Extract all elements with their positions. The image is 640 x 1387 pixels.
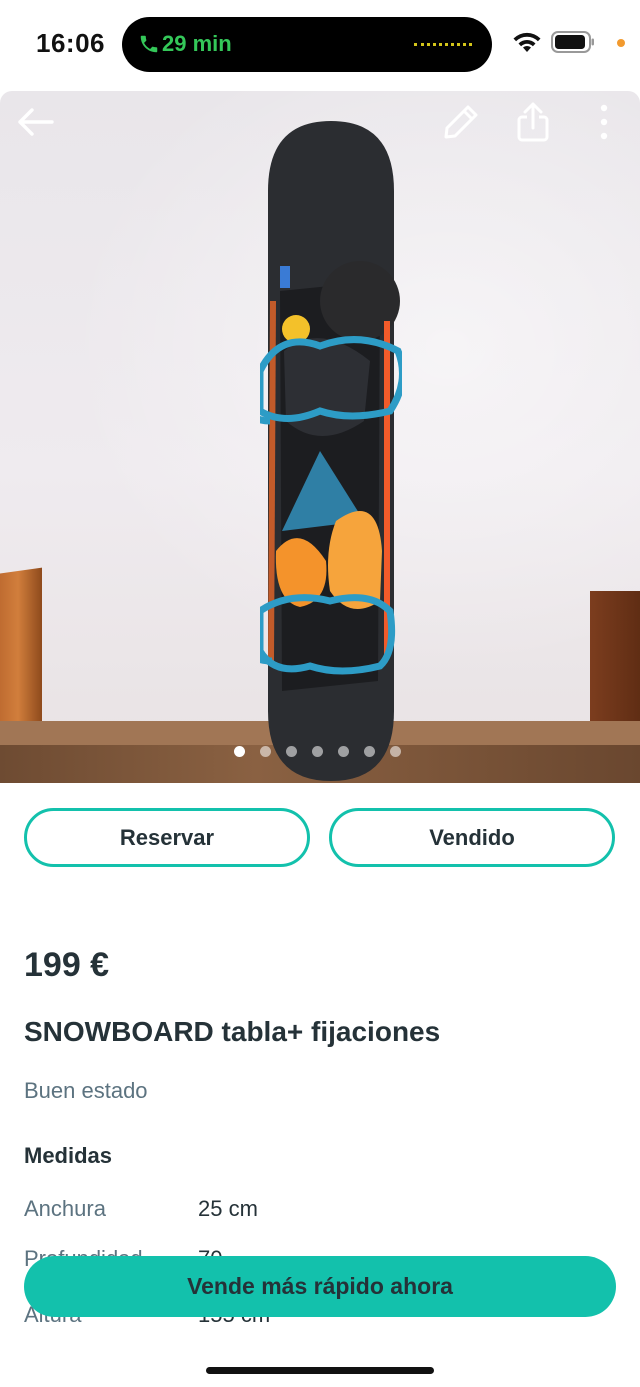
carousel-dot[interactable] [390, 746, 401, 757]
edit-pencil-icon[interactable] [442, 103, 480, 141]
more-vertical-icon[interactable] [592, 103, 616, 141]
reserve-button[interactable]: Reservar [24, 808, 310, 867]
snowboard-image [260, 121, 402, 781]
sell-faster-button[interactable]: Vende más rápido ahora [24, 1256, 616, 1317]
carousel-pager[interactable] [234, 746, 401, 757]
phone-icon [140, 35, 158, 53]
carousel-dot[interactable] [234, 746, 245, 757]
product-photo-carousel[interactable] [0, 91, 640, 783]
status-time: 16:06 [36, 28, 105, 58]
measure-value: 25 cm [198, 1196, 258, 1221]
carousel-dot[interactable] [286, 746, 297, 757]
dynamic-island-call[interactable]: 29 min [122, 17, 492, 72]
carousel-dot[interactable] [338, 746, 349, 757]
measure-label: Anchura [24, 1196, 106, 1221]
carousel-dot[interactable] [312, 746, 323, 757]
carousel-dot[interactable] [364, 746, 375, 757]
condition-label: Buen estado [24, 1078, 148, 1103]
call-audio-indicator [414, 43, 472, 46]
back-arrow-icon[interactable] [16, 107, 54, 137]
measures-heading: Medidas [24, 1143, 113, 1168]
home-indicator[interactable] [206, 1367, 434, 1374]
battery-icon [551, 31, 594, 53]
status-bar: 16:06 29 min [0, 0, 640, 88]
sold-button[interactable]: Vendido [329, 808, 615, 867]
share-icon[interactable] [514, 101, 552, 143]
price: 199 € [24, 946, 110, 984]
wifi-icon [513, 32, 541, 52]
carousel-dot[interactable] [260, 746, 271, 757]
call-duration: 29 min [162, 31, 232, 56]
listing-title: SNOWBOARD tabla+ fijaciones [24, 1016, 441, 1047]
privacy-indicator-dot [617, 39, 625, 47]
